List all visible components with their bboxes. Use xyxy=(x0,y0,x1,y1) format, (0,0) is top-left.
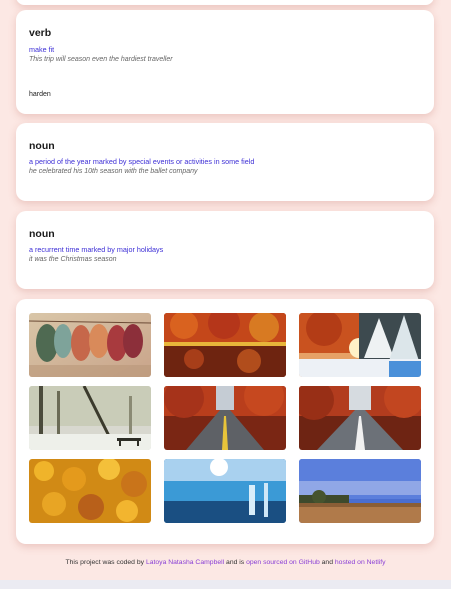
github-link[interactable]: open sourced on GitHub xyxy=(246,559,320,566)
netlify-link[interactable]: hosted on Netlify xyxy=(335,559,386,566)
autumn-winter-trees-photo[interactable] xyxy=(299,313,421,377)
footer-and: and xyxy=(321,559,333,566)
definition-text: a recurrent time marked by major holiday… xyxy=(29,245,164,254)
part-of-speech: noun xyxy=(29,228,55,240)
browser-bottom-strip xyxy=(0,580,451,589)
footer: This project was coded by Latoya Natasha… xyxy=(0,559,451,566)
meaning-card: noun a recurrent time marked by major ho… xyxy=(16,211,434,289)
ice-glacier-photo[interactable] xyxy=(164,459,286,523)
autumn-lake-reflection-photo[interactable] xyxy=(164,313,286,377)
footer-middle: and is xyxy=(226,559,245,566)
meaning-card: verb make fit This trip will season even… xyxy=(16,10,434,114)
part-of-speech: verb xyxy=(29,27,52,39)
example-text: he celebrated his 10th season with the b… xyxy=(29,168,198,175)
definition-text: make fit xyxy=(29,45,55,54)
yellow-leaves-photo[interactable] xyxy=(29,459,151,523)
example-text: This trip will season even the hardiest … xyxy=(29,56,173,63)
definition-text: a period of the year marked by special e… xyxy=(29,157,255,166)
autumn-field-sky-photo[interactable] xyxy=(299,459,421,523)
footer-prefix: This project was coded by xyxy=(65,559,145,566)
foggy-park-bench-photo[interactable] xyxy=(29,386,151,450)
autumn-leaves-photo[interactable] xyxy=(29,313,151,377)
autumn-forest-road-wet-photo[interactable] xyxy=(299,386,421,450)
meaning-card: noun a period of the year marked by spec… xyxy=(16,123,434,201)
synonym-text: harden xyxy=(29,91,51,98)
photo-gallery xyxy=(16,299,434,544)
previous-card-edge xyxy=(16,0,434,5)
autumn-forest-road-photo[interactable] xyxy=(164,386,286,450)
example-text: it was the Christmas season xyxy=(29,256,117,263)
author-link[interactable]: Latoya Natasha Campbell xyxy=(146,559,224,566)
part-of-speech: noun xyxy=(29,140,55,152)
